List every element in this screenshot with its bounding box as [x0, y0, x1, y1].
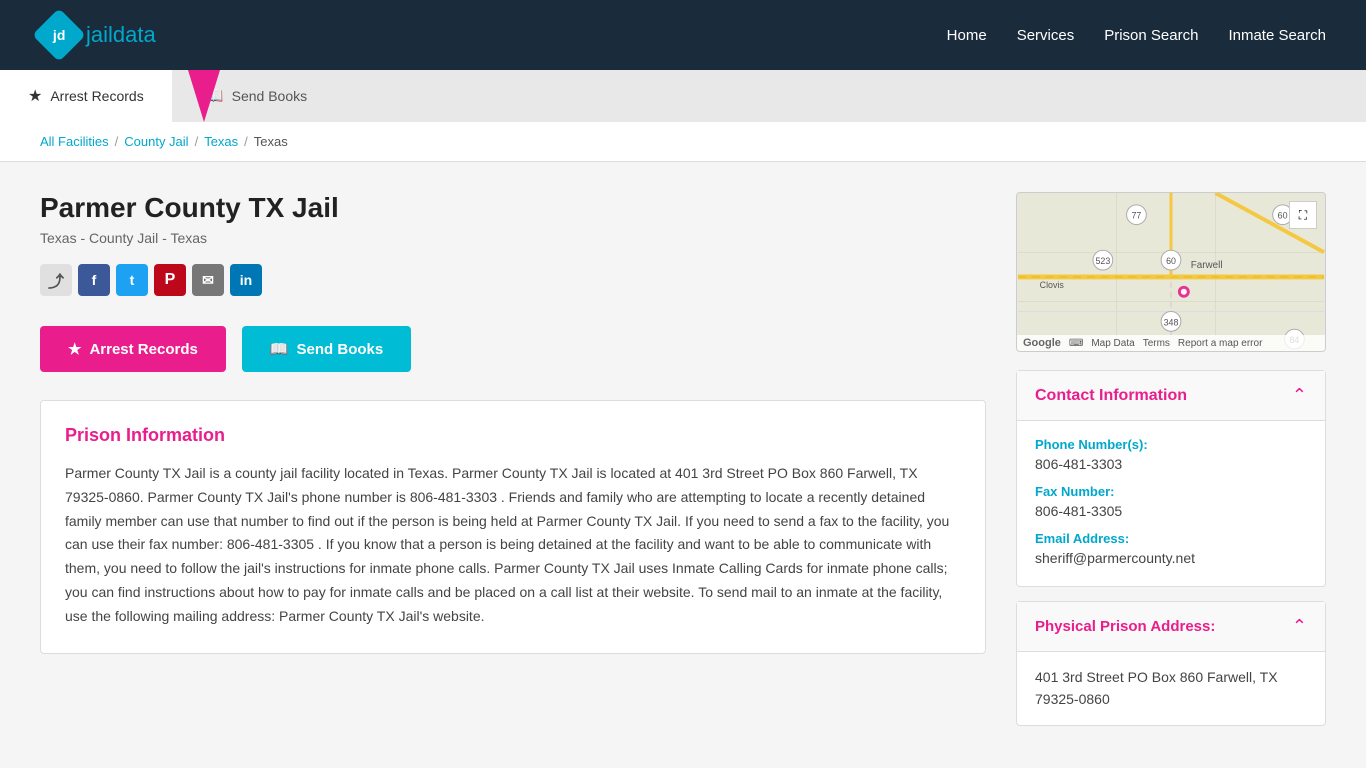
svg-text:Farwell: Farwell — [1191, 260, 1223, 271]
svg-text:523: 523 — [1095, 256, 1110, 266]
breadcrumb-texas-link[interactable]: Texas — [204, 134, 238, 149]
contact-card-header[interactable]: Contact Information ⌃ — [1017, 371, 1325, 421]
main-nav: Home Services Prison Search Inmate Searc… — [947, 27, 1326, 44]
book-icon: 📖 — [270, 340, 289, 358]
map-terms[interactable]: Terms — [1143, 338, 1170, 349]
svg-text:60: 60 — [1278, 211, 1288, 221]
nav-inmate-search[interactable]: Inmate Search — [1228, 27, 1326, 44]
address-card: Physical Prison Address: ⌃ 401 3rd Stree… — [1016, 601, 1326, 726]
svg-text:60: 60 — [1166, 256, 1176, 266]
prison-info-section: Prison Information Parmer County TX Jail… — [40, 400, 986, 654]
phone-value: 806-481-3303 — [1035, 456, 1307, 472]
breadcrumb-current: Texas — [254, 134, 288, 149]
address-card-header[interactable]: Physical Prison Address: ⌃ — [1017, 602, 1325, 652]
tab-arrest-records-label: Arrest Records — [50, 88, 143, 104]
action-buttons: ★ Arrest Records 📖 Send Books — [40, 326, 986, 372]
map-svg: Farwell Clovis 77 60 523 60 348 84 — [1017, 193, 1325, 351]
map-expand-button[interactable]: ⛶ — [1289, 201, 1317, 229]
right-column: Farwell Clovis 77 60 523 60 348 84 — [1016, 192, 1326, 726]
contact-chevron-icon: ⌃ — [1292, 385, 1307, 406]
breadcrumb-county-jail[interactable]: County Jail — [124, 134, 188, 149]
arrest-records-button[interactable]: ★ Arrest Records — [40, 326, 226, 372]
tab-send-books-label: Send Books — [232, 88, 308, 104]
map-report[interactable]: Report a map error — [1178, 338, 1262, 349]
address-line2: 79325-0860 — [1035, 691, 1110, 707]
map-footer: Google ⌨ Map Data Terms Report a map err… — [1017, 335, 1325, 351]
share-button[interactable]: ⤴ — [40, 264, 72, 296]
svg-text:77: 77 — [1132, 211, 1142, 221]
email-label: Email Address: — [1035, 531, 1307, 546]
page-title: Parmer County TX Jail — [40, 192, 986, 224]
nav-prison-search[interactable]: Prison Search — [1104, 27, 1198, 44]
svg-text:Clovis: Clovis — [1040, 280, 1065, 290]
logo-text: jaildata — [86, 22, 156, 48]
linkedin-button[interactable]: in — [230, 264, 262, 296]
prison-description: Parmer County TX Jail is a county jail f… — [65, 462, 961, 629]
tab-send-books[interactable]: 📖 Send Books — [176, 70, 335, 122]
contact-card-body: Phone Number(s): 806-481-3303 Fax Number… — [1017, 421, 1325, 586]
phone-label: Phone Number(s): — [1035, 437, 1307, 452]
address-body: 401 3rd Street PO Box 860 Farwell, TX 79… — [1017, 652, 1325, 725]
twitter-button[interactable]: t — [116, 264, 148, 296]
email-button[interactable]: ✉ — [192, 264, 224, 296]
google-logo: Google — [1023, 337, 1061, 349]
address-chevron-icon: ⌃ — [1292, 616, 1307, 637]
pinterest-button[interactable]: P — [154, 264, 186, 296]
svg-text:348: 348 — [1164, 317, 1179, 327]
logo-icon: jd — [32, 8, 86, 62]
breadcrumb: All Facilities / County Jail / Texas / T… — [0, 122, 1366, 162]
star-icon: ★ — [68, 340, 81, 358]
email-value[interactable]: sheriff@parmercounty.net — [1035, 550, 1307, 566]
tab-arrest-records[interactable]: ★ Arrest Records — [0, 70, 172, 122]
map-data-label: Map Data — [1091, 338, 1134, 349]
prison-info-title: Prison Information — [65, 425, 961, 446]
send-books-button[interactable]: 📖 Send Books — [242, 326, 411, 372]
main-content: Parmer County TX Jail Texas - County Jai… — [0, 162, 1366, 756]
contact-card: Contact Information ⌃ Phone Number(s): 8… — [1016, 370, 1326, 587]
nav-services[interactable]: Services — [1017, 27, 1075, 44]
fax-label: Fax Number: — [1035, 484, 1307, 499]
logo[interactable]: jd jaildata — [40, 16, 156, 54]
address-card-title: Physical Prison Address: — [1035, 618, 1215, 635]
left-column: Parmer County TX Jail Texas - County Jai… — [40, 192, 986, 726]
social-share-bar: ⤴ f t P ✉ in — [40, 264, 986, 296]
contact-card-title: Contact Information — [1035, 387, 1187, 405]
fax-value: 806-481-3305 — [1035, 503, 1307, 519]
page-subtitle: Texas - County Jail - Texas — [40, 230, 986, 246]
address-line1: 401 3rd Street PO Box 860 Farwell, TX — [1035, 669, 1278, 685]
star-icon: ★ — [28, 86, 42, 106]
tab-bar: ★ Arrest Records 📖 Send Books — [0, 70, 1366, 122]
header: jd jaildata Home Services Prison Search … — [0, 0, 1366, 70]
arrest-records-button-label: Arrest Records — [89, 341, 197, 358]
send-books-button-label: Send Books — [297, 341, 384, 358]
book-icon: 📖 — [204, 86, 224, 106]
map-container: Farwell Clovis 77 60 523 60 348 84 — [1016, 192, 1326, 352]
facebook-button[interactable]: f — [78, 264, 110, 296]
breadcrumb-all-facilities[interactable]: All Facilities — [40, 134, 109, 149]
nav-home[interactable]: Home — [947, 27, 987, 44]
map-keyboard-icon: ⌨ — [1069, 338, 1083, 349]
